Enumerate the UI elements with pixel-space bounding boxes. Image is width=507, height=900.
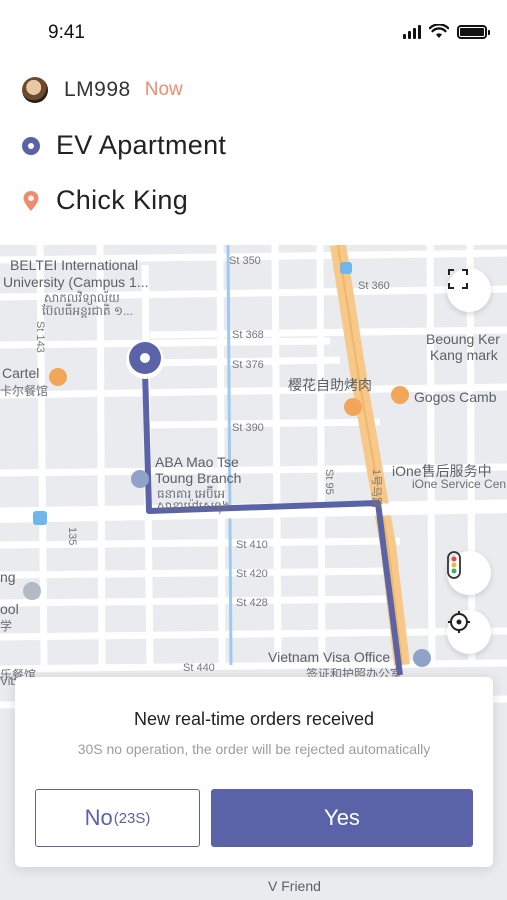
reject-label: No bbox=[84, 805, 113, 830]
map-label: ABA Mao Tse bbox=[155, 454, 239, 470]
avatar[interactable] bbox=[22, 77, 48, 103]
driver-row: LM998 Now bbox=[22, 75, 183, 105]
map-label: Beoung Ker bbox=[426, 331, 500, 347]
map-label: St 143 bbox=[34, 321, 46, 353]
map-label: 1号马路 bbox=[370, 469, 382, 509]
locate-icon bbox=[448, 611, 470, 633]
map-label: St 428 bbox=[236, 597, 268, 609]
map-label: 卡尔餐馆 bbox=[0, 384, 49, 398]
order-subtitle: 30S no operation, the order will be reje… bbox=[77, 741, 431, 757]
battery-icon bbox=[457, 24, 490, 39]
map-label: សាខាម៉ៅសេទុង bbox=[157, 499, 230, 513]
wifi-icon bbox=[429, 24, 449, 38]
map-label: Gogos Camb bbox=[414, 389, 497, 405]
map-label: 樱花自助烤肉 bbox=[288, 377, 372, 393]
accept-label: Yes bbox=[324, 805, 360, 830]
map-label: 学 bbox=[0, 619, 13, 633]
map-label: St 390 bbox=[232, 422, 264, 434]
locate-button[interactable] bbox=[447, 610, 491, 654]
traffic-light-icon bbox=[447, 551, 461, 579]
map-label: Vietnam Visa Office bbox=[268, 649, 391, 665]
order-title: New real-time orders received bbox=[133, 709, 375, 729]
origin-dot-icon bbox=[22, 136, 40, 155]
map-label: V Friend bbox=[268, 878, 321, 894]
map-label: ប៊ែលធីអន្តរជាតិ ១... bbox=[42, 304, 133, 318]
status-icons bbox=[403, 24, 490, 39]
status-time: 9:41 bbox=[48, 22, 85, 43]
map-label: Cartel bbox=[2, 365, 40, 381]
map-label: St 350 bbox=[229, 255, 261, 267]
map-label: St 376 bbox=[232, 359, 264, 371]
fullscreen-button[interactable] bbox=[447, 268, 491, 312]
accept-button[interactable]: Yes bbox=[211, 789, 473, 847]
fullscreen-icon bbox=[448, 269, 468, 289]
reject-button[interactable]: No (23S) bbox=[35, 789, 200, 847]
map-label: Kang mark bbox=[430, 347, 498, 363]
map-label: St 360 bbox=[358, 280, 390, 292]
map-label: BELTEI International bbox=[10, 257, 139, 273]
map-label: St 410 bbox=[236, 539, 268, 551]
map-label: 135 bbox=[66, 527, 78, 546]
destination-pin-icon bbox=[23, 190, 39, 211]
map-label: St 95 bbox=[323, 469, 335, 495]
map-label: St 368 bbox=[232, 329, 264, 341]
map-label: St 440 bbox=[183, 662, 215, 674]
reject-countdown: (23S) bbox=[113, 809, 151, 827]
status-bar: 9:41 bbox=[0, 0, 507, 64]
map-label: ng bbox=[0, 569, 16, 585]
map-label: iOne Service Cen bbox=[412, 477, 507, 491]
order-card: New real-time orders received 30S no ope… bbox=[15, 677, 493, 867]
map-label: ool bbox=[0, 601, 19, 617]
origin-label: EV Apartment bbox=[56, 130, 227, 160]
driver-time: Now bbox=[144, 79, 183, 100]
map-label: University (Campus 1... bbox=[3, 274, 149, 290]
origin-marker-icon bbox=[126, 341, 164, 379]
signal-icon bbox=[403, 24, 421, 39]
map-label: St 420 bbox=[236, 568, 268, 580]
traffic-button[interactable] bbox=[447, 551, 491, 595]
destination-label: Chick King bbox=[56, 185, 189, 215]
map-label: Toung Branch bbox=[155, 470, 242, 486]
destination-row: Chick King bbox=[22, 185, 188, 216]
driver-name: LM998 bbox=[64, 78, 131, 101]
origin-row: EV Apartment bbox=[22, 130, 226, 161]
